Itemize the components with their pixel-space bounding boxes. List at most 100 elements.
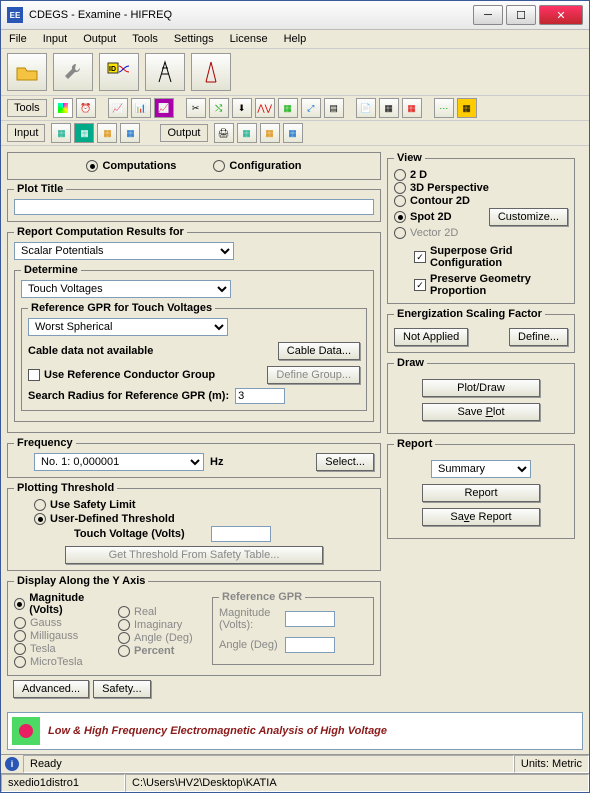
tab-computations[interactable]: Computations: [86, 160, 176, 172]
ref-gpr-display: Reference GPR Magnitude (Volts): Angle (…: [212, 591, 374, 665]
menu-input[interactable]: Input: [41, 32, 69, 46]
save-plot-button[interactable]: Save Plot: [422, 403, 540, 421]
wrench-icon[interactable]: [53, 53, 93, 91]
results-select[interactable]: Scalar Potentials: [14, 242, 234, 260]
tool-icon-7[interactable]: ⤭: [209, 98, 229, 118]
menu-help[interactable]: Help: [282, 32, 309, 46]
yaxis-milligauss[interactable]: Milligauss: [14, 630, 114, 642]
frequency-select-button[interactable]: Select...: [316, 453, 374, 471]
yaxis-group: Display Along the Y Axis Magnitude (Volt…: [7, 575, 381, 676]
titlebar: EE CDEGS - Examine - HIFREQ ─ ☐ ✕: [1, 1, 589, 30]
tool-icon-12[interactable]: ▤: [324, 98, 344, 118]
tool-icon-10[interactable]: ▦: [278, 98, 298, 118]
use-ref-checkbox[interactable]: Use Reference Conductor Group: [28, 369, 215, 381]
frequency-select[interactable]: No. 1: 0,000001: [34, 453, 204, 471]
close-button[interactable]: ✕: [539, 5, 583, 25]
get-threshold-button[interactable]: Get Threshold From Safety Table...: [65, 546, 323, 564]
yaxis-gauss[interactable]: Gauss: [14, 617, 114, 629]
minimize-button[interactable]: ─: [473, 5, 503, 25]
output-icon-2[interactable]: ▦: [237, 123, 257, 143]
output-icon-3[interactable]: ▦: [260, 123, 280, 143]
tool-icon-14[interactable]: ▦: [379, 98, 399, 118]
report-button[interactable]: Report: [422, 484, 540, 502]
tool-icon-17[interactable]: ▦: [457, 98, 477, 118]
define-button[interactable]: Define...: [509, 328, 568, 346]
menu-license[interactable]: License: [228, 32, 270, 46]
define-group-button[interactable]: Define Group...: [267, 366, 360, 384]
yaxis-legend: Display Along the Y Axis: [14, 575, 148, 587]
id-icon[interactable]: ID: [99, 53, 139, 91]
maximize-button[interactable]: ☐: [506, 5, 536, 25]
banner-icon: [12, 717, 40, 745]
yaxis-microtesla[interactable]: MicroTesla: [14, 656, 114, 668]
angle-input[interactable]: [285, 637, 335, 653]
tool-icon-11[interactable]: ⤢: [301, 98, 321, 118]
view-3d[interactable]: 3D Perspective: [394, 182, 568, 194]
determine-select[interactable]: Touch Voltages: [21, 280, 231, 298]
tool-icon-16[interactable]: ⋯: [434, 98, 454, 118]
window-title: CDEGS - Examine - HIFREQ: [29, 9, 470, 21]
statusbar2: sxedio1distro1 C:\Users\HV2\Desktop\KATI…: [1, 773, 589, 792]
customize-button[interactable]: Customize...: [489, 208, 568, 226]
cable-data-button[interactable]: Cable Data...: [278, 342, 360, 360]
not-applied-button[interactable]: Not Applied: [394, 328, 468, 346]
advanced-button[interactable]: Advanced...: [13, 680, 89, 698]
view-contour[interactable]: Contour 2D: [394, 195, 568, 207]
output-icon-1[interactable]: 🖨: [214, 123, 234, 143]
tool-icon-15[interactable]: ▦: [402, 98, 422, 118]
tower-icon[interactable]: [145, 53, 185, 91]
app-icon: EE: [7, 7, 23, 23]
compass-icon[interactable]: [191, 53, 231, 91]
tool-icon-5[interactable]: 📈: [154, 98, 174, 118]
ref-gpr-legend: Reference GPR for Touch Voltages: [28, 302, 215, 314]
tool-icon-4[interactable]: 📊: [131, 98, 151, 118]
tab-configuration[interactable]: Configuration: [213, 160, 301, 172]
search-radius-input[interactable]: [235, 388, 285, 404]
mag-input[interactable]: [285, 611, 335, 627]
plot-title-input[interactable]: [14, 199, 374, 215]
plot-draw-button[interactable]: Plot/Draw: [422, 379, 540, 397]
tool-icon-2[interactable]: ⏰: [76, 98, 96, 118]
yaxis-angle[interactable]: Angle (Deg): [118, 632, 208, 644]
report-select[interactable]: Summary: [431, 460, 531, 478]
status-ready: Ready: [23, 755, 514, 773]
tool-icon-1[interactable]: [53, 98, 73, 118]
yaxis-real[interactable]: Real: [118, 606, 208, 618]
energization-group: Energization Scaling Factor Not Applied …: [387, 308, 575, 353]
preserve-checkbox[interactable]: Preserve Geometry Proportion: [414, 273, 568, 297]
banner: Low & High Frequency Electromagnetic Ana…: [7, 712, 583, 750]
view-2d[interactable]: 2 D: [394, 169, 568, 181]
tool-icon-9[interactable]: ⋀⋁: [255, 98, 275, 118]
input-icon-1[interactable]: ▦: [51, 123, 71, 143]
superpose-checkbox[interactable]: Superpose Grid Configuration: [414, 245, 568, 269]
save-report-button[interactable]: Save Report: [422, 508, 540, 526]
use-safety-radio[interactable]: Use Safety Limit: [34, 499, 374, 511]
touch-voltage-input[interactable]: [211, 526, 271, 542]
view-vector[interactable]: Vector 2D: [394, 227, 568, 239]
status-path: C:\Users\HV2\Desktop\KATIA: [125, 774, 589, 792]
ref-gpr-display-legend: Reference GPR: [219, 591, 305, 603]
yaxis-magnitude[interactable]: Magnitude (Volts): [14, 592, 114, 616]
menu-file[interactable]: File: [7, 32, 29, 46]
menu-tools[interactable]: Tools: [130, 32, 160, 46]
view-spot[interactable]: Spot 2D: [394, 211, 452, 223]
yaxis-percent[interactable]: Percent: [118, 645, 208, 657]
tool-icon-3[interactable]: 📈: [108, 98, 128, 118]
tool-icon-8[interactable]: ⬇: [232, 98, 252, 118]
tool-icon-6[interactable]: ✂: [186, 98, 206, 118]
tool-icon-13[interactable]: 📄: [356, 98, 376, 118]
ref-gpr-select[interactable]: Worst Spherical: [28, 318, 228, 336]
menu-output[interactable]: Output: [81, 32, 118, 46]
tools-row: Tools ⏰ 📈 📊 📈 ✂ ⤭ ⬇ ⋀⋁ ▦ ⤢ ▤ 📄 ▦ ▦ ⋯ ▦: [1, 96, 589, 121]
input-icon-2[interactable]: ▦: [74, 123, 94, 143]
yaxis-tesla[interactable]: Tesla: [14, 643, 114, 655]
plot-title-legend: Plot Title: [14, 183, 66, 195]
open-icon[interactable]: [7, 53, 47, 91]
menu-settings[interactable]: Settings: [172, 32, 216, 46]
safety-button[interactable]: Safety...: [93, 680, 151, 698]
input-icon-4[interactable]: ▦: [120, 123, 140, 143]
input-icon-3[interactable]: ▦: [97, 123, 117, 143]
output-icon-4[interactable]: ▦: [283, 123, 303, 143]
yaxis-imaginary[interactable]: Imaginary: [118, 619, 208, 631]
user-defined-radio[interactable]: User-Defined Threshold: [34, 513, 175, 525]
